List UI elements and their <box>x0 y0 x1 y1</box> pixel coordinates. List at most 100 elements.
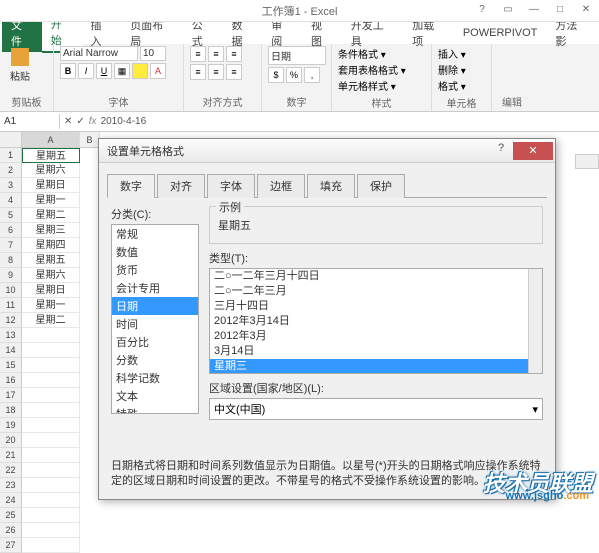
category-item[interactable]: 时间 <box>112 315 198 333</box>
dialog-help-button[interactable]: ? <box>489 142 513 160</box>
align-center-button[interactable]: ≡ <box>208 64 224 80</box>
cell[interactable] <box>22 508 80 523</box>
align-bottom-button[interactable]: ≡ <box>226 46 242 62</box>
number-format-select[interactable]: 日期 <box>268 46 326 65</box>
align-top-button[interactable]: ≡ <box>190 46 206 62</box>
cell[interactable] <box>22 403 80 418</box>
cell[interactable]: 星期五 <box>22 253 80 268</box>
delete-cells-button[interactable]: 删除 ▾ <box>438 62 466 77</box>
row-header[interactable]: 24 <box>0 493 22 508</box>
cell[interactable] <box>22 328 80 343</box>
font-color-button[interactable]: A <box>150 63 166 79</box>
type-list-scrollbar[interactable] <box>528 269 542 373</box>
row-header[interactable]: 17 <box>0 388 22 403</box>
row-header[interactable]: 7 <box>0 238 22 253</box>
cell[interactable]: 星期一 <box>22 298 80 313</box>
dialog-tab-number[interactable]: 数字 <box>107 174 155 198</box>
type-item[interactable]: 2012年3月 <box>210 329 542 344</box>
row-header[interactable]: 19 <box>0 418 22 433</box>
column-header-a[interactable]: A <box>22 132 80 148</box>
category-item[interactable]: 日期 <box>112 297 198 315</box>
cell[interactable] <box>22 448 80 463</box>
cell[interactable]: 星期日 <box>22 283 80 298</box>
row-header[interactable]: 4 <box>0 193 22 208</box>
column-header-b[interactable]: B <box>80 132 100 148</box>
fx-icon[interactable]: fx <box>89 116 97 127</box>
cell[interactable] <box>22 463 80 478</box>
cell[interactable] <box>22 418 80 433</box>
font-name-select[interactable]: Arial Narrow <box>60 46 138 61</box>
type-list[interactable]: 二○一二年三月十四日二○一二年三月三月十四日2012年3月14日2012年3月3… <box>209 268 543 374</box>
type-item[interactable]: 二○一二年三月十四日 <box>210 269 542 284</box>
conditional-format-button[interactable]: 条件格式 ▾ <box>338 46 386 61</box>
cell[interactable] <box>22 358 80 373</box>
dialog-tab-fill[interactable]: 填充 <box>307 174 355 198</box>
cell[interactable] <box>22 478 80 493</box>
paste-button[interactable]: 粘贴 <box>6 46 34 85</box>
fill-color-button[interactable] <box>132 63 148 79</box>
row-header[interactable]: 8 <box>0 253 22 268</box>
row-header[interactable]: 12 <box>0 313 22 328</box>
cancel-formula-icon[interactable]: ✕ <box>64 116 72 127</box>
maximize-icon[interactable]: □ <box>547 0 573 18</box>
cell[interactable]: 星期日 <box>22 178 80 193</box>
row-header[interactable]: 27 <box>0 538 22 553</box>
dialog-close-button[interactable]: ✕ <box>513 142 553 160</box>
formula-input[interactable]: 2010-4-16 <box>101 116 147 127</box>
cell[interactable]: 星期六 <box>22 163 80 178</box>
cell[interactable]: 星期二 <box>22 208 80 223</box>
cell[interactable]: 星期三 <box>22 223 80 238</box>
row-header[interactable]: 5 <box>0 208 22 223</box>
row-header[interactable]: 10 <box>0 283 22 298</box>
category-item[interactable]: 货币 <box>112 261 198 279</box>
row-header[interactable]: 26 <box>0 523 22 538</box>
category-list[interactable]: 常规数值货币会计专用日期时间百分比分数科学记数文本特殊自定义 <box>111 224 199 414</box>
name-box[interactable]: A1 <box>0 114 60 129</box>
row-header[interactable]: 9 <box>0 268 22 283</box>
currency-button[interactable]: $ <box>268 67 284 83</box>
row-header[interactable]: 3 <box>0 178 22 193</box>
row-header[interactable]: 2 <box>0 163 22 178</box>
table-format-button[interactable]: 套用表格格式 ▾ <box>338 62 406 77</box>
cells-area[interactable]: 星期五星期六星期日星期一星期二星期三星期四星期五星期六星期日星期一星期二 <box>22 148 80 553</box>
category-item[interactable]: 分数 <box>112 351 198 369</box>
format-cells-button[interactable]: 格式 ▾ <box>438 78 466 93</box>
align-right-button[interactable]: ≡ <box>226 64 242 80</box>
cell[interactable]: 星期四 <box>22 238 80 253</box>
close-icon[interactable]: ✕ <box>573 0 599 18</box>
type-item[interactable]: 2012年3月14日 <box>210 314 542 329</box>
select-all-corner[interactable] <box>0 132 22 148</box>
locale-select[interactable]: 中文(中国) ▾ <box>209 398 543 420</box>
cell[interactable] <box>22 343 80 358</box>
border-button[interactable]: ▦ <box>114 63 130 79</box>
category-item[interactable]: 特殊 <box>112 405 198 414</box>
cell[interactable] <box>22 538 80 553</box>
cell[interactable]: 星期一 <box>22 193 80 208</box>
row-header[interactable]: 16 <box>0 373 22 388</box>
percent-button[interactable]: % <box>286 67 302 83</box>
row-header[interactable]: 18 <box>0 403 22 418</box>
enter-formula-icon[interactable]: ✓ <box>76 116 84 127</box>
cell[interactable] <box>22 493 80 508</box>
category-item[interactable]: 常规 <box>112 225 198 243</box>
align-left-button[interactable]: ≡ <box>190 64 206 80</box>
row-header[interactable]: 1 <box>0 148 22 163</box>
italic-button[interactable]: I <box>78 63 94 79</box>
row-header[interactable]: 22 <box>0 463 22 478</box>
comma-button[interactable]: , <box>304 67 320 83</box>
category-item[interactable]: 会计专用 <box>112 279 198 297</box>
row-header[interactable]: 6 <box>0 223 22 238</box>
dialog-tab-font[interactable]: 字体 <box>207 174 255 198</box>
type-item[interactable]: 三月十四日 <box>210 299 542 314</box>
bold-button[interactable]: B <box>60 63 76 79</box>
tab-powerpivot[interactable]: POWERPIVOT <box>454 24 547 42</box>
dialog-tab-border[interactable]: 边框 <box>257 174 305 198</box>
minimize-icon[interactable]: — <box>521 0 547 18</box>
row-header[interactable]: 14 <box>0 343 22 358</box>
type-item[interactable]: 星期三 <box>210 359 542 374</box>
cell[interactable]: 星期六 <box>22 268 80 283</box>
type-item[interactable]: 3月14日 <box>210 344 542 359</box>
row-header[interactable]: 23 <box>0 478 22 493</box>
dialog-tab-align[interactable]: 对齐 <box>157 174 205 198</box>
dialog-titlebar[interactable]: 设置单元格格式 ? ✕ <box>99 139 555 163</box>
